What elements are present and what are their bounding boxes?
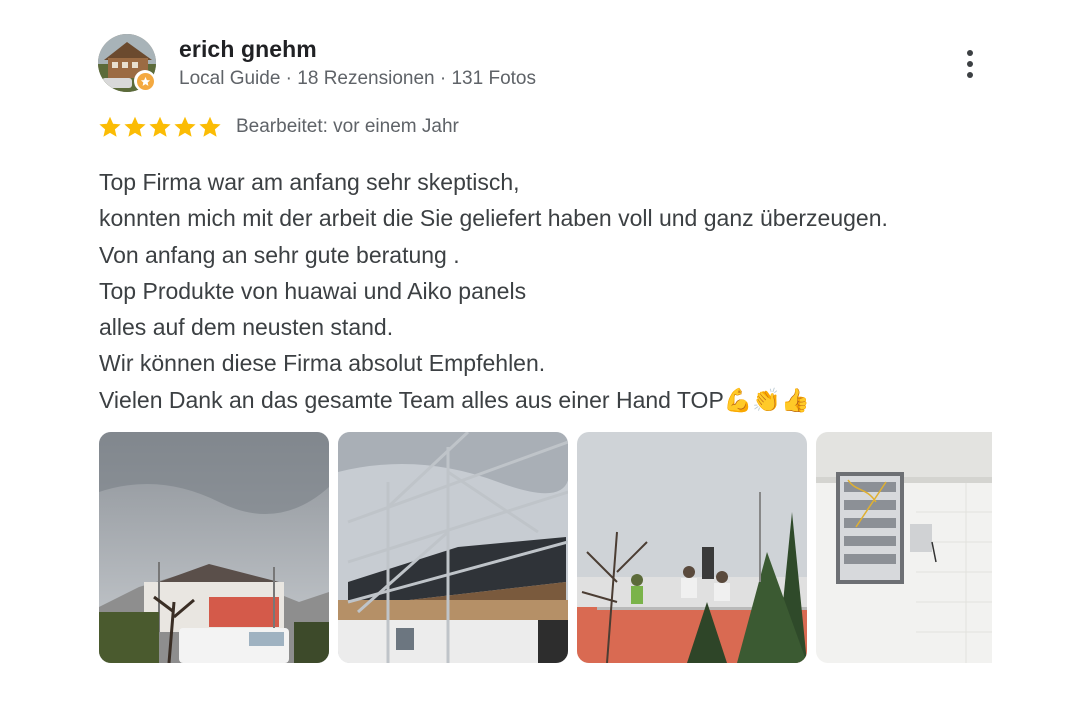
more-vert-icon	[967, 50, 973, 56]
review-photo[interactable]	[577, 432, 807, 663]
review-line: Wir können diese Firma absolut Empfehlen…	[99, 350, 546, 377]
review-line: Vielen Dank an das gesamte Team alles au…	[99, 386, 810, 413]
review-text: Top Firma war am anfang sehr skeptisch, k…	[99, 164, 999, 418]
edited-label: Bearbeitet: vor einem Jahr	[236, 116, 459, 137]
review-photo[interactable]	[338, 432, 568, 663]
review-line: konnten mich mit der arbeit die Sie geli…	[99, 205, 888, 232]
photo-strip	[99, 432, 992, 663]
review-photo[interactable]	[99, 432, 329, 663]
review-line: Von anfang an sehr gute beratung .	[99, 241, 460, 268]
local-guide-badge	[134, 70, 156, 92]
star-icon	[174, 116, 196, 137]
star-icon	[199, 116, 221, 137]
star-icon	[99, 116, 121, 137]
review-line: Top Firma war am anfang sehr skeptisch,	[99, 169, 520, 195]
reviewer-name[interactable]: erich gnehm	[179, 36, 317, 63]
local-guide-star-icon	[136, 72, 154, 90]
star-icon	[124, 116, 146, 137]
star-rating	[98, 115, 222, 139]
review-line: Top Produkte von huawai und Aiko panels	[99, 277, 527, 304]
review-photo[interactable]	[816, 432, 992, 663]
star-icon	[149, 116, 171, 137]
more-options-button[interactable]	[958, 46, 982, 82]
reviewer-meta: Local Guide · 18 Rezensionen · 131 Fotos	[179, 68, 536, 89]
rating-row: Bearbeitet: vor einem Jahr	[98, 113, 459, 141]
review-line: alles auf dem neusten stand.	[99, 314, 394, 341]
